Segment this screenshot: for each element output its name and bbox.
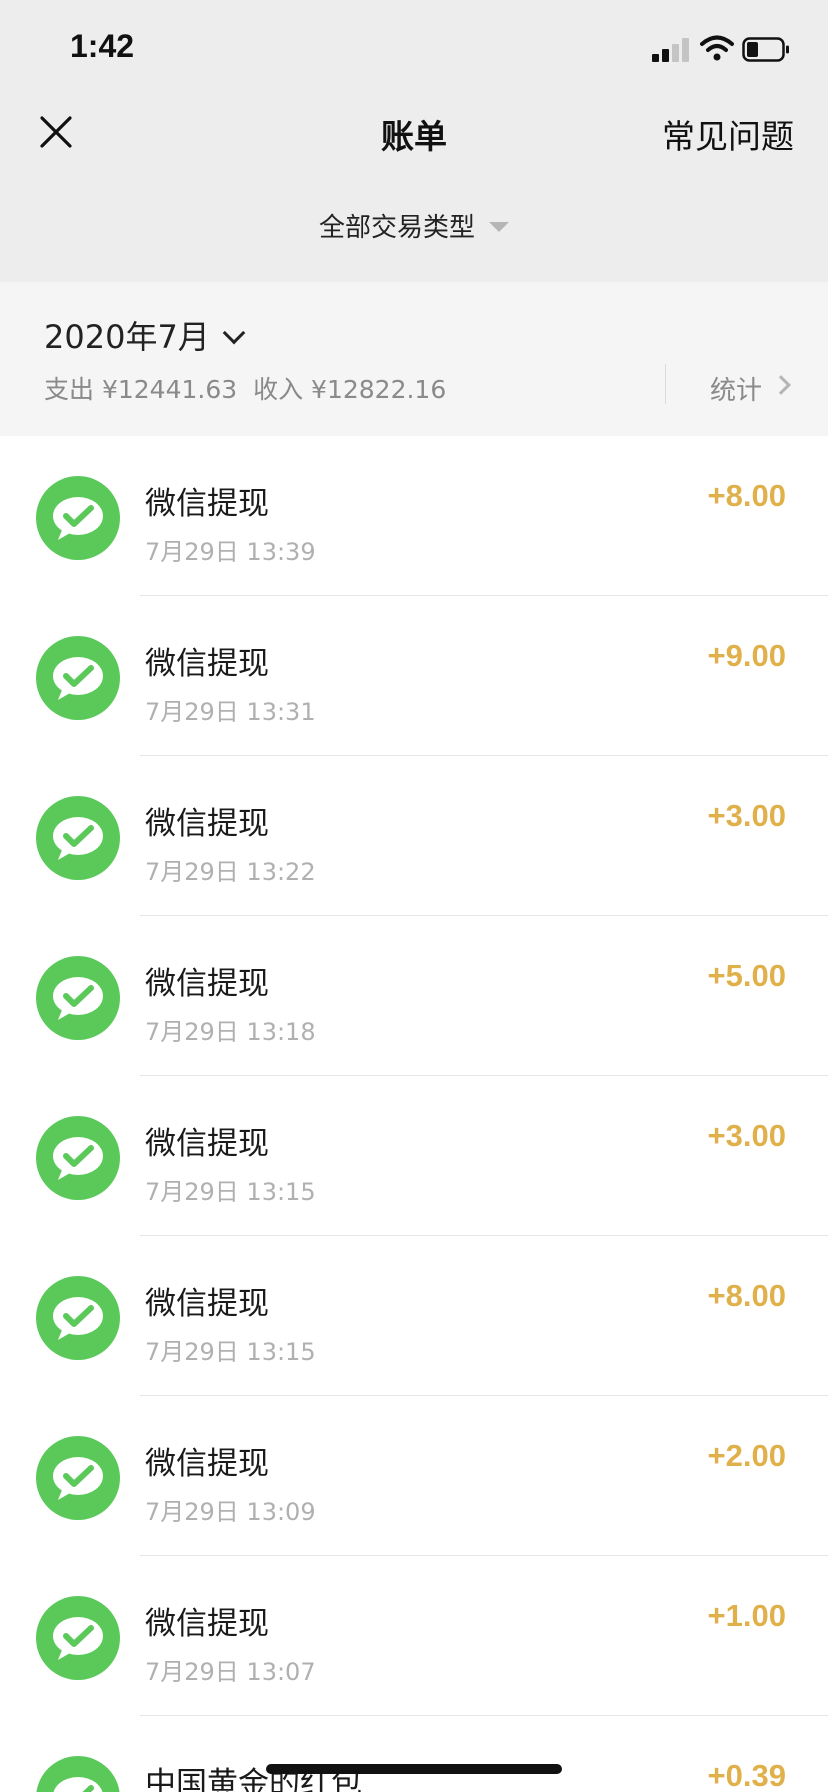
transaction-name: 微信提现 [145, 646, 269, 682]
month-totals: 支出 ¥12441.63 收入 ¥12822.16 [44, 370, 454, 406]
dropdown-triangle-icon [489, 221, 509, 232]
transaction-name: 微信提现 [145, 486, 269, 522]
transaction-time: 7月29日 13:31 [145, 698, 316, 726]
wechat-pay-icon [36, 1596, 120, 1680]
month-summary: 2020年7月 支出 ¥12441.63 收入 ¥12822.16 统计 [0, 282, 828, 436]
wechat-pay-icon [36, 1436, 120, 1520]
stats-link[interactable]: 统计 [710, 370, 762, 407]
wifi-icon [700, 35, 734, 61]
transaction-amount: +2.00 [707, 1438, 786, 1473]
transaction-amount: +5.00 [707, 958, 786, 993]
chevron-right-icon [771, 375, 791, 395]
transaction-amount: +1.00 [707, 1598, 786, 1633]
transaction-amount: +9.00 [707, 638, 786, 673]
transaction-name: 微信提现 [145, 1446, 269, 1482]
wechat-pay-icon [36, 476, 120, 560]
transaction-time: 7月29日 13:18 [145, 1018, 316, 1046]
transaction-list: 微信提现 7月29日 13:39 +8.00 微信提现 7月29日 13:31 +9.00… [0, 436, 828, 1792]
expense-total: 支出 ¥12441.63 [44, 375, 238, 404]
navigation-bar: 账单 常见问题 [0, 100, 828, 188]
transaction-name: 微信提现 [145, 966, 269, 1002]
wechat-pay-icon [36, 796, 120, 880]
transaction-time: 7月29日 13:22 [145, 858, 316, 886]
home-indicator[interactable] [266, 1764, 562, 1774]
wechat-pay-icon [36, 1116, 120, 1200]
transaction-row[interactable]: 中国黄金的红包 +0.39 [0, 1716, 828, 1792]
transaction-amount: +3.00 [707, 1118, 786, 1153]
transaction-row[interactable]: 微信提现 7月29日 13:18 +5.00 [0, 916, 828, 1076]
transaction-amount: +8.00 [707, 1278, 786, 1313]
cellular-signal-icon [652, 36, 692, 62]
transaction-row[interactable]: 微信提现 7月29日 13:15 +3.00 [0, 1076, 828, 1236]
battery-icon [742, 37, 789, 62]
transaction-type-filter[interactable]: 全部交易类型 [0, 207, 828, 244]
transaction-name: 微信提现 [145, 1126, 269, 1162]
status-bar: 1:42 [0, 0, 828, 100]
wechat-pay-icon [36, 956, 120, 1040]
status-time: 1:42 [70, 28, 135, 64]
transaction-time: 7月29日 13:39 [145, 538, 316, 566]
income-total: 收入 ¥12822.16 [253, 375, 447, 404]
transaction-row[interactable]: 微信提现 7月29日 13:07 +1.00 [0, 1556, 828, 1716]
chevron-down-icon [222, 321, 246, 345]
transaction-amount: +8.00 [707, 478, 786, 513]
transaction-name: 微信提现 [145, 806, 269, 842]
month-selector[interactable]: 2020年7月 [44, 312, 246, 358]
month-label: 2020年7月 [44, 318, 210, 356]
transaction-row[interactable]: 微信提现 7月29日 13:31 +9.00 [0, 596, 828, 756]
transaction-time: 7月29日 13:15 [145, 1178, 316, 1206]
wechat-pay-icon [36, 1276, 120, 1360]
divider [665, 364, 666, 404]
transaction-amount: +0.39 [707, 1758, 786, 1792]
wechat-pay-icon [36, 636, 120, 720]
wechat-pay-icon [36, 1756, 120, 1792]
faq-link[interactable]: 常见问题 [662, 110, 794, 158]
transaction-row[interactable]: 微信提现 7月29日 13:39 +8.00 [0, 436, 828, 596]
transaction-time: 7月29日 13:09 [145, 1498, 316, 1526]
transaction-row[interactable]: 微信提现 7月29日 13:15 +8.00 [0, 1236, 828, 1396]
transaction-row[interactable]: 微信提现 7月29日 13:22 +3.00 [0, 756, 828, 916]
transaction-time: 7月29日 13:07 [145, 1658, 316, 1686]
transaction-row[interactable]: 微信提现 7月29日 13:09 +2.00 [0, 1396, 828, 1556]
transaction-name: 微信提现 [145, 1606, 269, 1642]
transaction-amount: +3.00 [707, 798, 786, 833]
transaction-time: 7月29日 13:15 [145, 1338, 316, 1366]
filter-label: 全部交易类型 [318, 213, 475, 243]
transaction-name: 微信提现 [145, 1286, 269, 1322]
